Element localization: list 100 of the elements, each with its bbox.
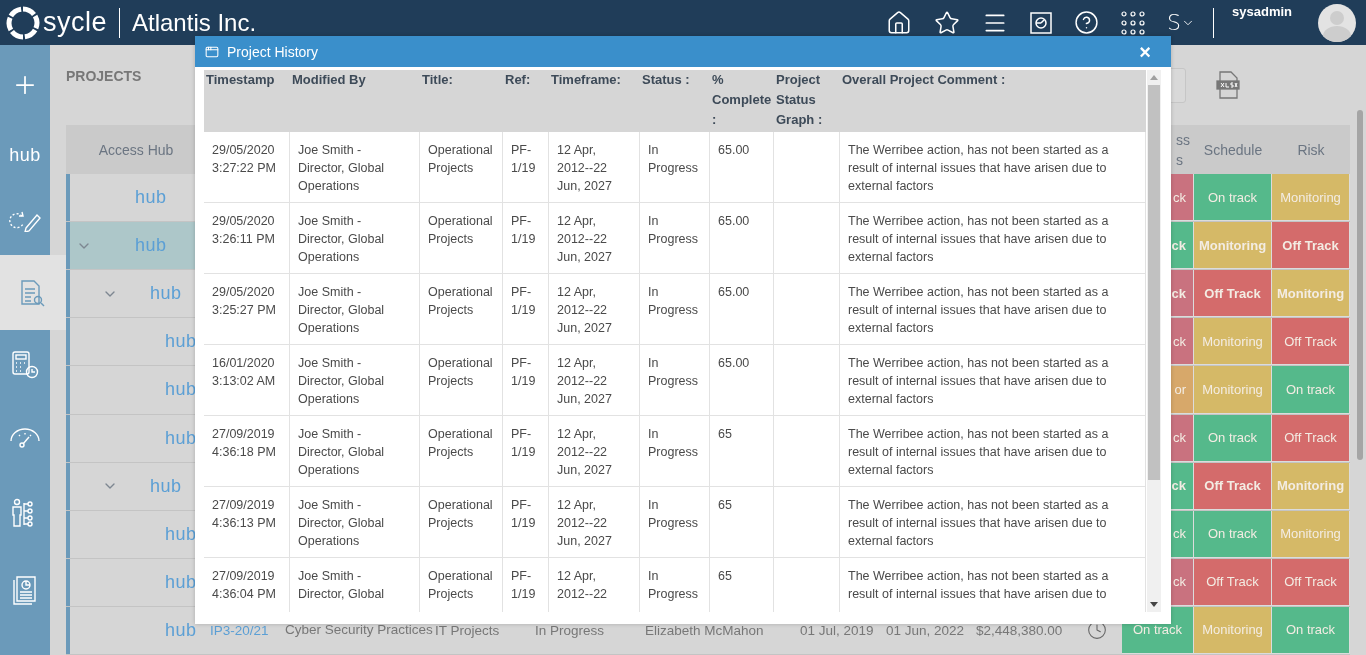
status-cell: Monitoring [1194, 366, 1272, 414]
table-cell: The Werribee action, has not been started as a result of internal issues that have arisen due to external factors [840, 416, 1146, 486]
table-cell: 65 [710, 487, 774, 557]
table-cell-text: In Progress [534, 621, 606, 639]
scrollbar[interactable] [1147, 70, 1161, 612]
table-cell: Joe Smith - Director, Global [290, 558, 420, 612]
table-cell: 29/05/2020 3:26:11 PM [204, 203, 290, 273]
table-cell: PF-1/19 [503, 487, 549, 557]
hub-logo: hub [165, 379, 197, 401]
close-button[interactable]: × [1135, 41, 1155, 62]
table-cell: Operational Projects [420, 203, 503, 273]
status-cell: Off Track [1194, 558, 1272, 606]
column-header: Access Hub [97, 140, 175, 160]
hub-logo: hub [165, 619, 197, 641]
table-cell-text: Elizabeth McMahon [644, 621, 765, 639]
table-cell: In Progress [640, 487, 710, 557]
table-cell: 16/01/2020 3:13:02 AM [204, 345, 290, 415]
table-cell: Operational Projects [420, 132, 503, 202]
table-cell: Joe Smith - Director, Global Operations [290, 416, 420, 486]
table-cell: Operational Projects [420, 558, 503, 612]
column-header: Overall Project Comment : [841, 71, 1007, 89]
table-cell: 65.00 [710, 274, 774, 344]
sidebar-item[interactable] [0, 255, 66, 330]
scroll-up-icon[interactable] [1150, 75, 1158, 80]
status-cell: Monitoring [1272, 270, 1350, 318]
table-cell-text: IT Projects [434, 621, 501, 639]
table-cell: Operational Projects [420, 274, 503, 344]
table-cell: PF-1/19 [503, 274, 549, 344]
table-cell: Joe Smith - Director, Global Operations [290, 487, 420, 557]
table-cell-text: 01 Jun, 2022 [885, 621, 966, 639]
gauge-icon [9, 426, 41, 449]
table-cell: In Progress [640, 203, 710, 273]
table-cell: The Werribee action, has not been started as a result of internal issues that have arisen due to external factors [840, 203, 1146, 273]
column-header: Ref: [504, 71, 532, 89]
table-cell: 65.00 [710, 132, 774, 202]
company-name: Atlantis Inc. [132, 8, 257, 37]
table-cell: Joe Smith - Director, Global Operations [290, 132, 420, 202]
table-cell: 65.00 [710, 203, 774, 273]
column-header: Timeframe: [550, 71, 622, 89]
table-cell: 27/09/2019 4:36:13 PM [204, 487, 290, 557]
table-cell-text: 01 Jul, 2019 [799, 621, 875, 639]
scrollbar[interactable] [1357, 110, 1363, 460]
table-cell: 27/09/2019 4:36:04 PM [204, 558, 290, 612]
home-icon[interactable] [886, 9, 913, 36]
column-header: Modified By [291, 71, 367, 89]
user-switch-menu[interactable]: S [1167, 10, 1195, 35]
table-cell: Joe Smith - Director, Global Operations [290, 203, 420, 273]
hub-logo: hub [165, 427, 197, 449]
table-cell: 12 Apr, 2012--22 Jun, 2027 [549, 416, 640, 486]
table-cell: PF-1/19 [503, 203, 549, 273]
table-cell-text: IP3-20/21 [209, 621, 270, 639]
table-cell: 65 [710, 416, 774, 486]
table-cell-text: $2,448,380.00 [975, 621, 1064, 639]
table-cell: The Werribee action, has not been started as a result of internal issues that have arisen due to external factors [840, 274, 1146, 344]
status-cell: On track [1194, 510, 1272, 558]
table-cell: 12 Apr, 2012--22 Jun, 2027 [549, 487, 640, 557]
status-cell: Off Track [1272, 558, 1350, 606]
status-cell: Off Track [1272, 414, 1350, 462]
window-icon [205, 44, 219, 59]
star-icon[interactable] [934, 9, 961, 36]
table-cell: Operational Projects [420, 345, 503, 415]
status-cell: Monitoring [1194, 318, 1272, 366]
table-cell: 12 Apr, 2012--22 Jun, 2027 [549, 274, 640, 344]
table-cell: Joe Smith - Director, Global Operations [290, 274, 420, 344]
apps-grid-icon[interactable] [1121, 10, 1146, 35]
table-cell: Joe Smith - Director, Global Operations [290, 345, 420, 415]
hub-logo: hub [150, 283, 182, 305]
table-cell: The Werribee action, has not been started as a result of internal issues that have arisen due to [840, 558, 1146, 612]
column-header: Title: [421, 71, 454, 89]
xlsx-file-icon[interactable] [1216, 71, 1240, 99]
dialog-title: Project History [227, 43, 319, 60]
page-title: PROJECTS [66, 68, 142, 84]
column-header: Status : [641, 71, 691, 89]
table-cell: PF-1/19 [503, 416, 549, 486]
help-icon[interactable] [1074, 10, 1100, 35]
table-cell: 12 Apr, 2012--22 [549, 558, 640, 612]
hub-logo: hub [165, 523, 197, 545]
calculator-clock-icon [11, 350, 39, 380]
brand-name: sycle [43, 7, 107, 38]
table-cell: The Werribee action, has not been started as a result of internal issues that have arisen due to external factors [840, 132, 1146, 202]
status-cell: On track [1194, 414, 1272, 462]
hub-logo: hub [135, 187, 167, 209]
table-cell: 65.00 [710, 345, 774, 415]
status-cell: Off Track [1194, 270, 1272, 318]
column-header: ss s [1175, 130, 1191, 170]
report-icon [11, 575, 39, 605]
table-cell: The Werribee action, has not been started as a result of internal issues that have arisen due to external factors [840, 345, 1146, 415]
column-header: % Complete : [711, 71, 773, 129]
table-cell: PF-1/19 [503, 345, 549, 415]
status-cell: On track [1194, 174, 1272, 222]
table-cell: In Progress [640, 345, 710, 415]
column-header: Risk [1296, 140, 1326, 160]
hub-logo: hub [150, 475, 182, 497]
hub-logo: hub [165, 571, 197, 593]
avatar[interactable] [1318, 3, 1356, 42]
status-cell: Monitoring [1194, 222, 1272, 270]
table-cell: 12 Apr, 2012--22 Jun, 2027 [549, 203, 640, 273]
table-cell: Operational Projects [420, 487, 503, 557]
dashboard-icon[interactable] [1030, 11, 1053, 34]
column-header: Timestamp [205, 71, 276, 89]
